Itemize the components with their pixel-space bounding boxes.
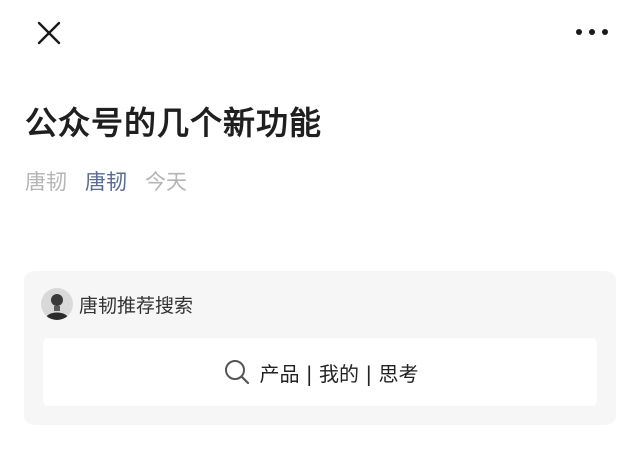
recommended-search-button[interactable]: 产品 | 我的 | 思考 xyxy=(43,338,597,406)
close-button[interactable] xyxy=(32,16,66,50)
article-page: 公众号的几个新功能 唐韧 唐韧 今天 唐韧推荐搜索 产品 | 我的 | 思考 xyxy=(0,0,640,449)
more-options-button[interactable] xyxy=(572,20,612,44)
recommended-search-card: 唐韧推荐搜索 产品 | 我的 | 思考 xyxy=(24,271,616,425)
recommended-search-header: 唐韧推荐搜索 xyxy=(41,288,193,320)
avatar xyxy=(41,288,73,320)
publish-date: 今天 xyxy=(145,170,187,194)
article-title: 公众号的几个新功能 xyxy=(25,104,323,142)
recommended-search-title: 唐韧推荐搜索 xyxy=(79,294,194,317)
article-meta: 唐韧 唐韧 今天 xyxy=(25,166,187,196)
account-link[interactable]: 唐韧 xyxy=(85,166,127,196)
more-dots-icon xyxy=(572,20,612,44)
search-icon xyxy=(222,357,252,387)
close-icon xyxy=(32,16,66,50)
recommended-search-query: 产品 | 我的 | 思考 xyxy=(259,361,419,386)
author-name: 唐韧 xyxy=(25,170,67,194)
